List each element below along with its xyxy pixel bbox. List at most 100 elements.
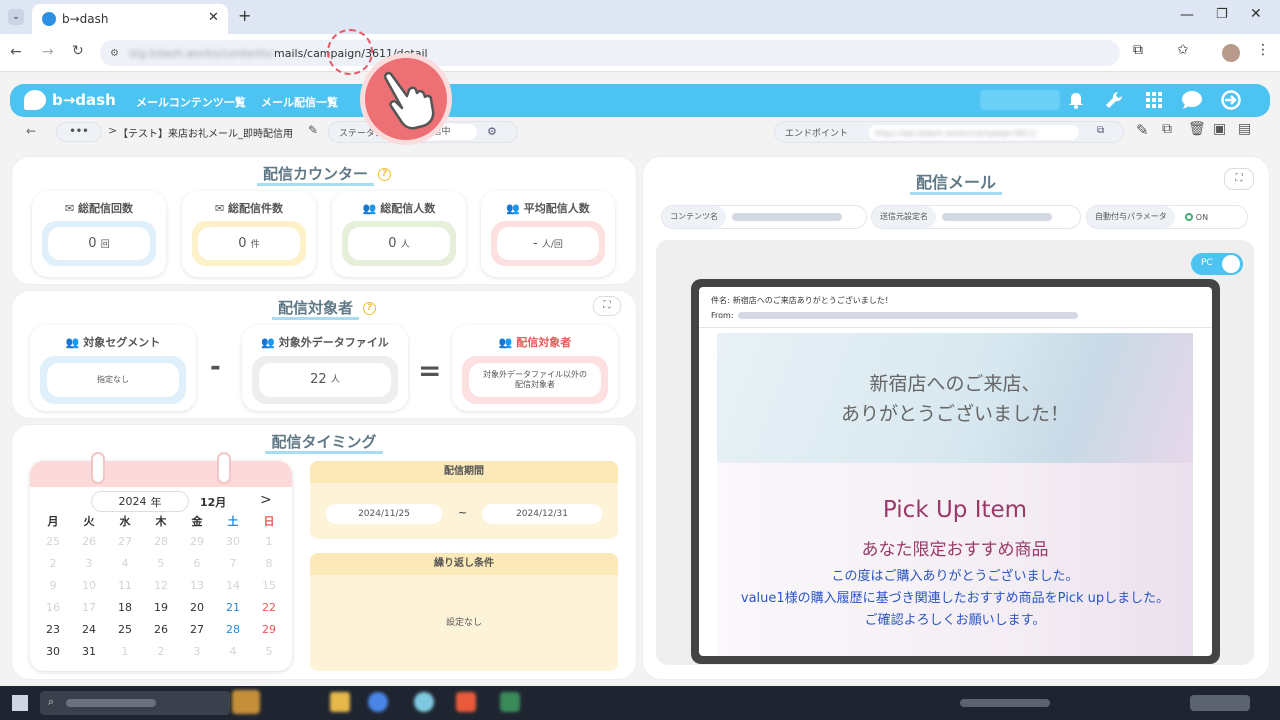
status-settings-icon[interactable]: ⚙ [487,125,497,138]
calendar-day[interactable]: 29 [251,619,287,641]
calendar-day[interactable]: 27 [179,619,215,641]
logout-icon[interactable] [1220,90,1242,110]
bell-icon[interactable] [1068,92,1084,109]
edit-name-icon[interactable]: ✎ [308,123,318,137]
result-value-line1: 対象外データファイル以外の [483,370,587,379]
mail-expand-icon[interactable]: ⛶ [1225,169,1253,189]
start-icon[interactable] [12,695,28,711]
calendar-day[interactable]: 30 [35,641,71,663]
wrench-icon[interactable] [1104,90,1124,110]
window-close-icon[interactable]: ✕ [1250,6,1262,22]
app-header: b→dash メールコンテンツ一覧 メール配信一覧 [10,84,1270,117]
taskbar-app[interactable] [414,692,434,712]
device-toggle[interactable]: PC [1191,253,1243,275]
nav-mail-delivery[interactable]: メール配信一覧 [261,94,338,110]
chat-icon[interactable] [1181,90,1203,110]
mail-title: 配信メール [909,173,1002,195]
document-icon[interactable]: ▤ [1238,121,1251,137]
calendar-day[interactable]: 23 [35,619,71,641]
taskbar-app[interactable] [330,692,350,712]
pickup-title: Pick Up Item [882,497,1028,523]
content-name-pill: コンテンツ名 [662,206,866,228]
year-selector[interactable]: 2024 年 [92,492,188,511]
back-button[interactable]: ← [26,124,36,138]
weekday-label: 水 [119,515,131,528]
calendar-day[interactable]: 19 [143,597,179,619]
segment-value[interactable]: 指定なし [47,363,179,397]
calendar-day: 10 [82,579,96,592]
calendar-day: 14 [226,579,240,592]
new-tab-icon[interactable]: + [238,6,251,25]
close-tab-icon[interactable]: ✕ [208,10,219,25]
start-date[interactable]: 2024/11/25 [326,504,442,524]
breadcrumb-more-button[interactable]: ••• [56,122,102,142]
month-label: 12月 [200,496,227,509]
taskbar-app[interactable] [232,690,260,714]
calendar-header-band [30,461,292,487]
system-tray[interactable] [960,699,1050,707]
profile-avatar[interactable] [1222,44,1240,62]
calendar-day: 2 [49,557,57,570]
pickup-body: この度はご購入ありがとうございました。 value1様の購入履歴に基づき関連した… [717,566,1193,632]
recommend-title: あなた限定おすすめ商品 [861,540,1049,560]
account-name[interactable] [980,90,1060,110]
calendar-week: 23 24 25 26 27 28 29 [35,619,287,641]
calendar-day: 17 [82,601,96,614]
trash-icon[interactable]: 🗑 [1188,121,1206,137]
extensions-icon[interactable]: ⧉ [1133,42,1143,58]
calendar-week: 25 26 27 28 29 30 1 [35,531,287,553]
copy-endpoint-icon[interactable]: ⧉ [1097,125,1104,136]
help-icon[interactable]: ? [363,302,376,315]
exclude-file-box: 👥 対象外データファイル 22 人 [242,325,408,411]
archive-icon[interactable]: ▣ [1213,121,1226,137]
users-icon: 👥 [261,336,279,349]
users-icon: 👥 [498,336,517,349]
edit-icon[interactable]: ✎ [1136,121,1149,139]
clock[interactable] [1190,695,1250,711]
minimize-icon[interactable]: — [1180,7,1194,23]
expand-icon[interactable]: ⛶ [594,297,620,315]
calendar-day[interactable]: 31 [71,641,107,663]
browser-tab[interactable]: b→dash ✕ [32,4,228,34]
result-box: 👥 配信対象者 対象外データファイル以外の 配信対象者 [452,325,618,411]
stat-total-items: ✉ 総配信件数 0 件 [182,191,316,277]
endpoint-value-box[interactable]: https://api.bdash.works/campaign/3611/ [869,125,1079,140]
grid-icon[interactable] [1146,92,1162,108]
calendar-day[interactable]: 25 [107,619,143,641]
taskbar-app[interactable] [500,692,520,712]
calendar-day[interactable]: 24 [71,619,107,641]
repeat-value: 設定なし [445,618,482,628]
browser-menu-icon[interactable]: ⋮ [1256,42,1270,58]
sender-value [942,213,1052,221]
help-icon[interactable]: ? [378,168,391,181]
segment-label: 対象セグメント [83,336,161,349]
calendar-day[interactable]: 28 [215,619,251,641]
bookmarks-icon[interactable]: ✩ [1177,42,1189,58]
calendar-week: 30 31 1 2 3 4 5 [35,641,287,663]
taskbar-search[interactable]: ⌕ [40,691,230,715]
hero-line2: ありがとうございました！ [840,403,1069,425]
app-logo[interactable]: b→dash [52,91,116,109]
calendar-day: 4 [121,557,129,570]
taskbar-app[interactable] [368,692,388,712]
copy-icon[interactable]: ⧉ [1162,121,1172,137]
taskbar-app[interactable] [456,692,476,712]
maximize-icon[interactable]: ❐ [1216,7,1228,22]
calendar-day[interactable]: 18 [107,597,143,619]
back-arrow-icon[interactable]: ← [10,44,22,60]
site-info-icon[interactable]: ⚙ [110,48,119,59]
forward-arrow-icon[interactable]: → [42,44,54,60]
stat-num: - [533,236,538,251]
url-field[interactable]: ⚙ stg.bdash.works/contents/ mails/campai… [100,40,1120,66]
calendar-day[interactable]: 20 [179,597,215,619]
body-line2: value1様の購入履歴に基づき関連したおすすめ商品をPick upしました。 [740,591,1170,606]
nav-mail-contents[interactable]: メールコンテンツ一覧 [136,94,246,110]
tab-search-icon[interactable]: ⌄ [8,9,24,25]
reload-icon[interactable]: ↻ [72,43,84,59]
stat-label: 総配信件数 [228,202,284,215]
calendar-day[interactable]: 21 [215,597,251,619]
next-month-button[interactable]: > [260,492,272,508]
calendar-day[interactable]: 26 [143,619,179,641]
calendar-day[interactable]: 22 [251,597,287,619]
end-date[interactable]: 2024/12/31 [482,504,602,524]
